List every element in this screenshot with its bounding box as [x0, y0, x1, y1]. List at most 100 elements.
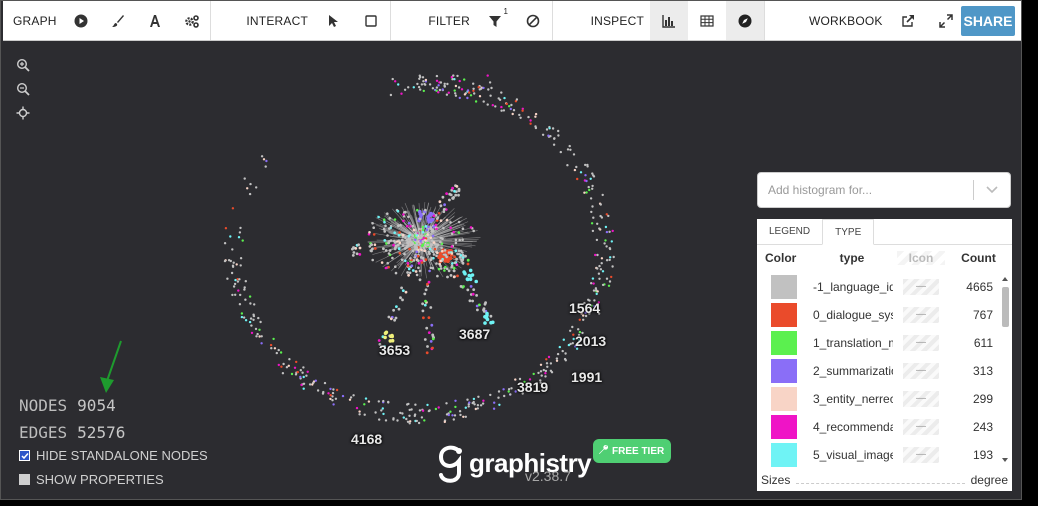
hide-standalone-toggle[interactable]: HIDE STANDALONE NODES: [19, 448, 208, 463]
graph-node: [248, 295, 252, 298]
graph-node: [406, 261, 410, 265]
graph-node: [600, 262, 603, 265]
color-swatch[interactable]: [771, 387, 797, 411]
graph-node: [382, 218, 386, 221]
graph-node: [235, 263, 238, 266]
graph-node: [418, 242, 422, 246]
graph-node: [244, 298, 247, 301]
color-swatch[interactable]: [771, 331, 797, 355]
scrollbar-thumb[interactable]: [1002, 287, 1009, 327]
graph-node: [231, 207, 235, 210]
color-swatch[interactable]: [771, 275, 797, 299]
graph-node: [421, 228, 425, 231]
graph-node: [450, 252, 454, 255]
graph-node: [592, 216, 595, 219]
graph-node: [430, 323, 434, 327]
pointer-button[interactable]: [314, 1, 352, 40]
graph-node: [253, 303, 256, 306]
graph-node: [237, 236, 241, 239]
graph-node: [234, 293, 237, 296]
exclude-button[interactable]: [514, 1, 552, 40]
explore-button[interactable]: [726, 1, 764, 40]
graph-node: [355, 406, 359, 410]
graph-node: [415, 419, 418, 423]
graph-node: [237, 289, 240, 292]
legend-row[interactable]: 5_visual_images — 193: [757, 441, 997, 469]
col-type-header[interactable]: type: [807, 251, 897, 265]
graph-node: [466, 288, 470, 292]
graph-node: [472, 397, 476, 401]
checkbox-unchecked[interactable]: [19, 474, 30, 485]
graph-node: [389, 93, 393, 97]
legend-row[interactable]: 1_translation_models — 611: [757, 329, 997, 357]
tab-legend[interactable]: LEGEND: [757, 219, 822, 244]
table-button[interactable]: [688, 1, 726, 40]
brush-button[interactable]: [100, 1, 137, 40]
graph-node: [452, 266, 456, 270]
graph-node: [591, 205, 594, 208]
graph-node: [407, 273, 410, 277]
version-label: v2.38.7: [525, 468, 571, 484]
legend-row[interactable]: 3_entity_nerrecognition — 299: [757, 385, 997, 413]
graph-node: [411, 269, 415, 272]
legend-row[interactable]: 0_dialogue_systems — 767: [757, 301, 997, 329]
show-properties-toggle[interactable]: SHOW PROPERTIES: [19, 472, 164, 487]
graph-node: [577, 328, 580, 331]
color-swatch[interactable]: [771, 303, 797, 327]
graph-node: [559, 150, 562, 154]
graph-node: [511, 112, 514, 116]
graph-node: [452, 275, 456, 279]
font-button[interactable]: [136, 1, 173, 40]
histogram-button[interactable]: [650, 1, 688, 40]
toolbar: GRAPH INTERACT FILTER 1 INSPECT WORKBOOK…: [3, 1, 1021, 41]
graph-node: [432, 214, 436, 218]
graph-node: [392, 243, 395, 247]
legend-row[interactable]: 4_recommendation — 243: [757, 413, 997, 441]
sizes-metric[interactable]: degree: [971, 473, 1008, 487]
graph-node: [270, 347, 273, 350]
col-count-header[interactable]: Count: [945, 251, 1012, 265]
graph-node: [553, 137, 556, 140]
graph-node: [391, 77, 394, 81]
graph-node: [378, 418, 381, 421]
color-swatch[interactable]: [771, 359, 797, 383]
graph-node: [391, 256, 394, 260]
tab-type[interactable]: TYPE: [822, 219, 875, 245]
graph-node: [226, 277, 229, 280]
add-histogram-select[interactable]: Add histogram for...: [757, 172, 1011, 208]
free-tier-badge[interactable]: FREE TIER: [593, 439, 672, 463]
graph-node: [402, 416, 405, 419]
graph-node: [564, 352, 567, 355]
graph-node: [384, 224, 387, 228]
graph-node: [446, 259, 450, 263]
chevron-down-icon[interactable]: [974, 186, 1010, 194]
edges-stat: EDGES 52576: [19, 419, 125, 446]
fullscreen-button[interactable]: [927, 1, 965, 40]
graph-node: [611, 265, 614, 268]
color-swatch[interactable]: [771, 443, 797, 467]
settings-button[interactable]: [173, 1, 210, 40]
filter-button[interactable]: 1: [476, 1, 514, 40]
graph-node: [507, 390, 510, 393]
select-box-button[interactable]: [352, 1, 390, 40]
graph-node: [539, 363, 543, 366]
graph-node: [455, 257, 458, 261]
graph-node: [293, 366, 297, 369]
play-button[interactable]: [63, 1, 100, 40]
graph-node: [482, 86, 485, 90]
share-button[interactable]: SHARE: [961, 6, 1015, 36]
legend-scrollbar[interactable]: [1000, 273, 1010, 466]
graph-node: [439, 240, 442, 244]
legend-row[interactable]: 2_summarization — 313: [757, 357, 997, 385]
graph-node: [478, 95, 482, 98]
checkbox-checked[interactable]: [19, 450, 30, 461]
graph-node: [508, 105, 511, 108]
color-swatch[interactable]: [771, 415, 797, 439]
compass-icon: [738, 14, 752, 28]
graph-node: [451, 262, 454, 265]
legend-row[interactable]: -1_language_identification — 4665: [757, 273, 997, 301]
graph-node: [424, 78, 428, 82]
open-external-button[interactable]: [889, 1, 927, 40]
square-icon: [365, 14, 377, 27]
graph-node: [595, 292, 598, 296]
